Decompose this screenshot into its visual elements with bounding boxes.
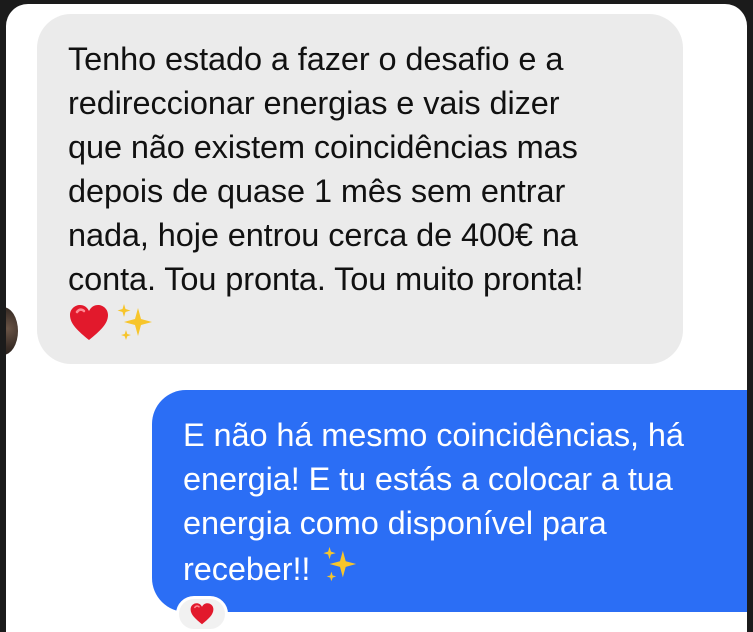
red-heart-icon xyxy=(68,303,110,343)
sparkles-icon xyxy=(114,302,156,344)
sender-avatar[interactable] xyxy=(6,307,18,355)
message-text-line: conta. Tou pronta. Tou muito pronta! xyxy=(68,261,584,297)
outgoing-message-bubble[interactable]: E não há mesmo coincidências, há energia… xyxy=(152,390,747,612)
message-text-line: redireccionar energias e vais dizer xyxy=(68,85,560,121)
message-emoji-row xyxy=(68,301,683,345)
message-text-line: que não existem coincidências mas xyxy=(68,129,578,165)
message-text-line: Tenho estado a fazer o desafio e a xyxy=(68,41,564,77)
message-text-line: energia! E tu estás a colocar a tua xyxy=(183,461,673,497)
red-heart-icon xyxy=(189,602,215,626)
incoming-message-bubble[interactable]: Tenho estado a fazer o desafio e a redir… xyxy=(37,14,683,364)
message-reaction[interactable] xyxy=(176,596,228,632)
message-text-line: nada, hoje entrou cerca de 400€ na xyxy=(68,217,578,253)
sparkles-icon xyxy=(320,545,360,585)
message-text-line: depois de quase 1 mês sem entrar xyxy=(68,173,566,209)
message-text-line-with-emoji: receber!! xyxy=(183,545,747,589)
message-text-line: receber!! xyxy=(183,551,311,587)
message-text-line: energia como disponível para xyxy=(183,505,607,541)
chat-screen: Tenho estado a fazer o desafio e a redir… xyxy=(6,4,747,632)
message-text-line: E não há mesmo coincidências, há xyxy=(183,417,684,453)
